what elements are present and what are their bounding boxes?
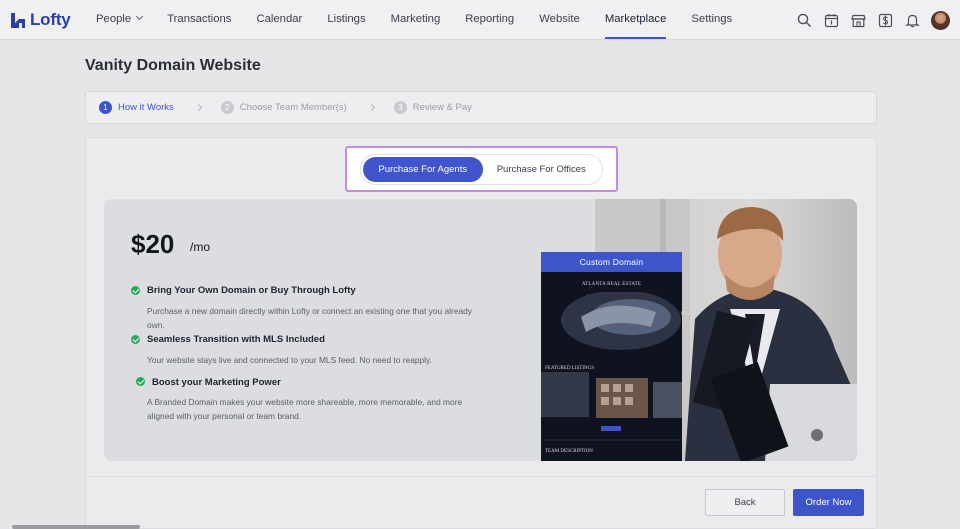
step-number: 3	[393, 101, 407, 114]
calendar-icon[interactable]	[823, 12, 840, 29]
price-unit: /mo	[190, 240, 211, 254]
chevron-right-icon	[194, 103, 202, 112]
feature-description: Your website stays live and connected to…	[147, 355, 432, 365]
purchase-for-offices-button[interactable]: Purchase For Offices	[483, 157, 601, 182]
avatar[interactable]	[931, 10, 950, 30]
search-icon[interactable]	[796, 12, 813, 29]
main-menu: People Transactions Calendar Listings Ma…	[96, 0, 757, 40]
website-preview: Custom Domain ATLANTA REAL ESTATE FEATUR…	[541, 252, 682, 461]
preview-featured-listings: FEATURED LISTINGS	[545, 366, 595, 371]
check-circle-icon	[136, 377, 145, 386]
nav-reporting[interactable]: Reporting	[465, 0, 514, 40]
preview-header: Custom Domain	[541, 252, 682, 272]
app-name: Lofty	[30, 10, 71, 29]
feature-description: A Branded Domain makes your website more…	[147, 397, 463, 421]
chevron-right-icon	[367, 103, 375, 112]
dollar-icon[interactable]	[877, 12, 894, 29]
feature-title: Bring Your Own Domain or Buy Through Lof…	[147, 285, 356, 296]
chevron-down-icon	[136, 12, 144, 21]
footer-divider	[85, 476, 877, 477]
price: $20	[131, 229, 175, 259]
step-review-pay[interactable]: 3 Review & Pay	[393, 101, 472, 114]
nav-people[interactable]: People	[96, 0, 144, 40]
step-label: How it Works	[118, 102, 174, 113]
preview-site-name: ATLANTA REAL ESTATE	[581, 282, 642, 287]
nav-website[interactable]: Website	[539, 0, 580, 40]
check-circle-icon	[131, 335, 140, 344]
top-nav: Lofty People Transactions Calendar Listi…	[0, 0, 960, 40]
nav-calendar[interactable]: Calendar	[256, 0, 302, 40]
step-number: 2	[220, 101, 234, 114]
step-choose-team-members[interactable]: 2 Choose Team Member(s)	[220, 101, 347, 114]
nav-label: People	[96, 13, 132, 25]
horizontal-scrollbar[interactable]	[12, 525, 140, 529]
feature-title: Boost your Marketing Power	[152, 377, 281, 388]
step-number: 1	[99, 101, 112, 114]
purchase-for-agents-button[interactable]: Purchase For Agents	[363, 157, 483, 182]
nav-listings[interactable]: Listings	[327, 0, 365, 40]
lofty-logo[interactable]: Lofty	[10, 10, 71, 30]
preview-team-description: TEAM DESCRIPTION	[545, 449, 593, 454]
lofty-logo-icon	[11, 12, 25, 28]
bell-icon[interactable]	[904, 12, 921, 29]
check-circle-icon	[131, 286, 140, 295]
nav-transactions[interactable]: Transactions	[167, 0, 231, 40]
nav-marketing[interactable]: Marketing	[391, 0, 441, 40]
nav-settings[interactable]: Settings	[691, 0, 732, 40]
step-how-it-works[interactable]: 1 How it Works	[99, 101, 174, 114]
header-actions	[786, 0, 950, 40]
purchase-toggle: Purchase For Agents Purchase For Offices	[360, 154, 603, 185]
feature-title: Seamless Transition with MLS Included	[147, 334, 325, 345]
feature-description: Purchase a new domain directly within Lo…	[147, 306, 472, 330]
store-icon[interactable]	[850, 12, 867, 29]
page-title: Vanity Domain Website	[85, 57, 261, 74]
nav-marketplace[interactable]: Marketplace	[604, 0, 666, 40]
step-label: Review & Pay	[412, 102, 472, 113]
preview-content	[541, 292, 682, 441]
order-now-button[interactable]: Order Now	[793, 489, 864, 516]
step-progress: 1 How it Works 2 Choose Team Member(s) 3…	[85, 91, 877, 124]
step-label: Choose Team Member(s)	[239, 102, 347, 113]
preview-side-text: PTION	[681, 312, 696, 317]
back-button[interactable]: Back	[705, 489, 785, 516]
